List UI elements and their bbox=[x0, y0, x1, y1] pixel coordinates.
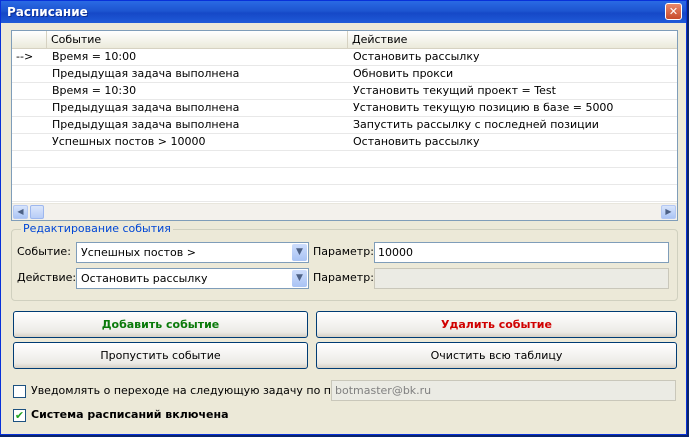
close-icon[interactable]: ✕ bbox=[665, 3, 682, 20]
param2-label: Параметр: bbox=[313, 271, 374, 284]
action-cell: Обновить прокси bbox=[353, 67, 454, 80]
event-cell: Предыдущая задача выполнена bbox=[52, 118, 240, 131]
param2-field[interactable] bbox=[374, 268, 669, 289]
event-editor-group: Редактирование события Событие: Успешных… bbox=[11, 222, 678, 301]
param1-label: Параметр: bbox=[313, 245, 374, 258]
event-label: Событие: bbox=[17, 245, 71, 258]
event-cell: Предыдущая задача выполнена bbox=[52, 101, 240, 114]
event-cell: Время = 10:30 bbox=[52, 84, 137, 97]
table-row[interactable] bbox=[12, 151, 677, 168]
window-client: Событие Действие --> Время = 10:00 Останов… bbox=[4, 23, 683, 431]
event-select[interactable]: Успешных постов > ▼ bbox=[76, 242, 309, 263]
table-row[interactable]: Предыдущая задача выполнена Обновить прок… bbox=[12, 66, 677, 83]
action-label: Действие: bbox=[17, 271, 77, 284]
event-cell: Предыдущая задача выполнена bbox=[52, 67, 240, 80]
delete-event-button[interactable]: Удалить событие bbox=[316, 311, 677, 338]
scheduler-checkbox[interactable]: ✔ bbox=[13, 409, 26, 422]
action-cell: Остановить рассылку bbox=[353, 135, 480, 148]
event-cell: Успешных постов > 10000 bbox=[52, 135, 206, 148]
editor-legend: Редактирование события bbox=[21, 222, 173, 235]
action-cell: Установить текущую позицию в базе = 5000 bbox=[353, 101, 614, 114]
column-header-event[interactable]: Событие bbox=[47, 31, 348, 48]
table-row[interactable]: Предыдущая задача выполнена Запустить рас… bbox=[12, 117, 677, 134]
schedule-window: Расписание ✕ Событие Действие --> Время =… bbox=[0, 0, 687, 435]
table-row[interactable] bbox=[12, 168, 677, 185]
scroll-left-icon[interactable]: ◀ bbox=[13, 205, 28, 219]
action-cell: Запустить рассылку с последней позиции bbox=[353, 118, 599, 131]
action-cell: Установить текущий проект = Test bbox=[353, 84, 556, 97]
param1-field[interactable]: 10000 bbox=[374, 242, 669, 263]
schedule-table[interactable]: Событие Действие --> Время = 10:00 Останов… bbox=[11, 30, 678, 221]
chevron-down-icon[interactable]: ▼ bbox=[292, 270, 307, 287]
skip-event-button[interactable]: Пропустить событие bbox=[13, 342, 308, 369]
current-row-marker: --> bbox=[16, 50, 34, 63]
scroll-thumb[interactable] bbox=[30, 205, 44, 219]
clear-table-button[interactable]: Очистить всю таблицу bbox=[316, 342, 677, 369]
action-cell: Остановить рассылку bbox=[353, 50, 480, 63]
scroll-right-icon[interactable]: ▶ bbox=[661, 205, 676, 219]
table-row[interactable] bbox=[12, 185, 677, 202]
table-row[interactable]: Успешных постов > 10000 Остановить рассыл… bbox=[12, 134, 677, 151]
column-header-action[interactable]: Действие bbox=[348, 31, 677, 48]
table-row[interactable]: Предыдущая задача выполнена Установить те… bbox=[12, 100, 677, 117]
email-field[interactable]: botmaster@bk.ru bbox=[331, 380, 676, 401]
action-select-value: Остановить рассылку bbox=[81, 272, 208, 285]
table-row[interactable]: Время = 10:30 Установить текущий проект =… bbox=[12, 83, 677, 100]
chevron-down-icon[interactable]: ▼ bbox=[292, 244, 307, 261]
title-bar[interactable]: Расписание ✕ bbox=[1, 1, 686, 23]
notify-checkbox[interactable] bbox=[13, 385, 26, 398]
notify-label: Уведомлять о переходе на следующую задач… bbox=[31, 384, 362, 397]
action-select[interactable]: Остановить рассылку ▼ bbox=[76, 268, 309, 289]
event-cell: Время = 10:00 bbox=[52, 50, 137, 63]
window-title: Расписание bbox=[7, 5, 88, 19]
add-event-button[interactable]: Добавить событие bbox=[13, 311, 308, 338]
table-row[interactable]: --> Время = 10:00 Остановить рассылку bbox=[12, 49, 677, 66]
table-header: Событие Действие bbox=[12, 31, 677, 49]
event-select-value: Успешных постов > bbox=[81, 246, 196, 259]
horizontal-scrollbar[interactable]: ◀ ▶ bbox=[12, 203, 677, 220]
scheduler-label: Система расписаний включена bbox=[31, 408, 229, 421]
marker-column-header bbox=[12, 31, 47, 48]
